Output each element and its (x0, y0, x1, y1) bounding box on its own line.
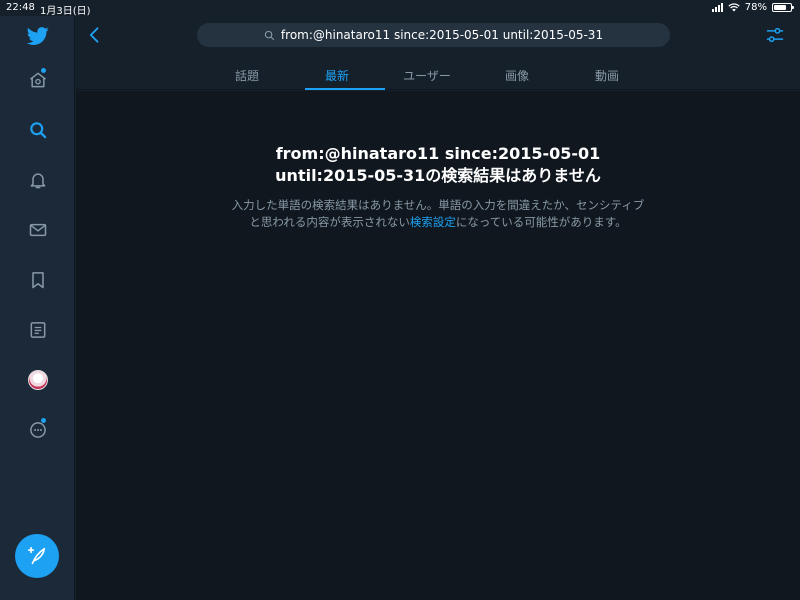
tab-photos[interactable]: 画像 (472, 60, 562, 90)
search-results: from:@hinataro11 since:2015-05-01 until:… (76, 91, 800, 600)
empty-desc-text-post: になっている可能性があります。 (455, 215, 627, 229)
search-query: from:@hinataro11 since:2015-05-01 until:… (280, 28, 604, 42)
empty-state-title: from:@hinataro11 since:2015-05-01 until:… (76, 143, 800, 187)
status-right: 78% (711, 2, 794, 13)
sidebar-item-notifications[interactable] (0, 160, 75, 200)
sliders-icon (766, 27, 784, 43)
cellular-signal-icon (711, 3, 723, 12)
bell-icon (30, 173, 45, 189)
battery-icon (772, 3, 794, 12)
sidebar-item-home[interactable] (0, 60, 75, 100)
sidebar-item-more[interactable] (0, 410, 75, 450)
home-notification-dot (41, 68, 46, 73)
sidebar-item-lists[interactable] (0, 310, 75, 350)
more-icon (29, 422, 46, 438)
chevron-left-icon (89, 27, 99, 43)
empty-desc-line-1: 入力した単語の検索結果はありません。単語の入力を間違えたか、センシティブ (231, 198, 645, 212)
more-notification-dot (41, 418, 46, 423)
wifi-icon (728, 3, 740, 12)
tab-people[interactable]: ユーザー (382, 60, 472, 90)
search-input[interactable]: from:@hinataro11 since:2015-05-01 until:… (197, 23, 670, 47)
battery-percent: 78% (744, 2, 767, 13)
feather-plus-icon (27, 546, 46, 565)
battery-fill (774, 5, 787, 10)
search-filter-button[interactable] (764, 24, 786, 46)
home-icon (29, 72, 46, 88)
empty-desc-text-pre: と思われる内容が表示されない (249, 215, 410, 229)
sidebar-item-explore[interactable] (0, 110, 75, 150)
empty-title-line-2: until:2015-05-31の検索結果はありません (275, 166, 601, 185)
empty-desc-line-2: と思われる内容が表示されない検索設定になっている可能性があります。 (76, 214, 800, 231)
sidebar-item-profile[interactable] (0, 360, 75, 400)
status-bar: 22:48 1月3日(日) 78% (0, 0, 800, 17)
status-time: 22:48 (6, 2, 35, 13)
empty-state-description: 入力した単語の検索結果はありません。単語の入力を間違えたか、センシティブ と思わ… (76, 197, 800, 231)
bookmark-icon (31, 272, 44, 289)
back-button[interactable] (84, 24, 106, 46)
avatar (27, 370, 48, 390)
sidebar-item-messages[interactable] (0, 210, 75, 250)
mail-icon (29, 223, 46, 237)
sidebar (0, 16, 75, 600)
bird-icon (26, 27, 49, 45)
search-icon (264, 30, 275, 40)
sidebar-item-twitter-logo[interactable] (0, 16, 75, 56)
search-header: from:@hinataro11 since:2015-05-01 until:… (76, 16, 800, 90)
sidebar-item-bookmarks[interactable] (0, 260, 75, 300)
tab-latest[interactable]: 最新 (292, 60, 385, 90)
empty-title-line-1: from:@hinataro11 since:2015-05-01 (275, 144, 601, 163)
tab-top[interactable]: 話題 (202, 60, 292, 90)
search-settings-link[interactable]: 検索設定 (410, 215, 456, 229)
compose-tweet-button[interactable] (15, 534, 59, 578)
search-icon (29, 122, 46, 139)
status-date: 1月3日(日) (40, 6, 91, 17)
tab-videos[interactable]: 動画 (562, 60, 652, 90)
search-tabs: 話題 最新 ユーザー 画像 動画 (202, 60, 652, 90)
list-icon (30, 322, 45, 338)
